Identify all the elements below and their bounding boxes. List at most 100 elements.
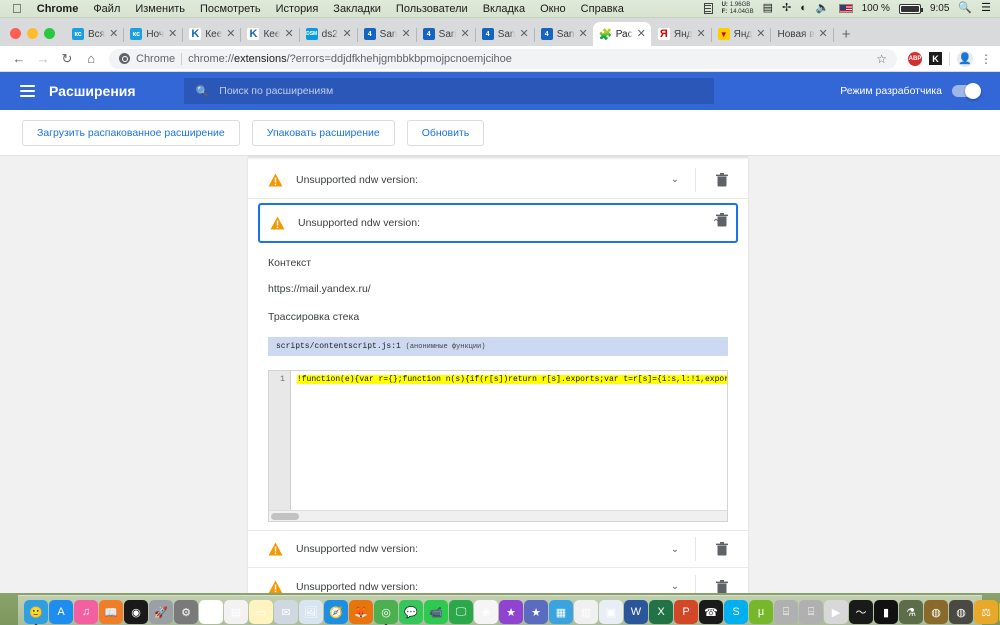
tab-close-icon[interactable]: ✕ bbox=[696, 28, 705, 40]
error-row-3[interactable]: Unsupported ndw version: ⌄ bbox=[248, 568, 748, 593]
menu-help[interactable]: Справка bbox=[581, 3, 624, 15]
new-tab-button[interactable]: + bbox=[833, 27, 860, 46]
memory-graph-icon[interactable] bbox=[703, 3, 713, 14]
control-center-icon[interactable]: ☰ bbox=[981, 3, 991, 14]
dock-icon-contacts[interactable]: ▤ bbox=[224, 600, 248, 624]
us-flag-icon[interactable] bbox=[838, 4, 853, 13]
dock-icon-powerpoint[interactable]: P bbox=[674, 600, 698, 624]
dock-icon-finder[interactable]: 🙂 bbox=[24, 600, 48, 624]
delete-icon[interactable] bbox=[696, 201, 748, 239]
developer-mode-toggle[interactable] bbox=[952, 83, 981, 99]
clock[interactable]: 9:05 bbox=[930, 3, 949, 14]
tab-0[interactable]: кс Вся ✕ bbox=[65, 22, 125, 46]
menu-window[interactable]: Окно bbox=[540, 3, 566, 15]
home-icon[interactable]: ⌂ bbox=[80, 48, 102, 70]
tab-11[interactable]: ▼ Янд ✕ bbox=[711, 22, 772, 46]
dock-icon-keynote-doc[interactable]: ▦ bbox=[549, 600, 573, 624]
search-icon[interactable]: 🔍 bbox=[958, 3, 972, 14]
wifi-icon[interactable]: ◐ bbox=[800, 3, 807, 14]
tab-10[interactable]: Я Янд ✕ bbox=[651, 22, 712, 46]
dock-icon-usb-drive-1[interactable]: ⌸ bbox=[774, 600, 798, 624]
dock-icon-notes[interactable]: ▭ bbox=[249, 600, 273, 624]
error-row-1[interactable]: Unsupported ndw version: ⌃ bbox=[258, 203, 738, 243]
tab-7[interactable]: 4 San ✕ bbox=[475, 22, 535, 46]
dock-icon-utorrent[interactable]: μ bbox=[749, 600, 773, 624]
tab-close-icon[interactable]: ✕ bbox=[819, 28, 828, 40]
dock-icon-phone[interactable]: ☎ bbox=[699, 600, 723, 624]
dock-icon-usb-drive-2[interactable]: ⌸ bbox=[799, 600, 823, 624]
dock-icon-audio-editor[interactable]: 〜 bbox=[849, 600, 873, 624]
chevron-down-icon[interactable]: ⌄ bbox=[655, 174, 695, 185]
delete-icon[interactable] bbox=[696, 579, 748, 593]
error-row-0[interactable]: Unsupported ndw version: ⌄ bbox=[248, 161, 748, 199]
menu-view[interactable]: Посмотреть bbox=[200, 3, 261, 15]
dock-icon-star-app[interactable]: ★ bbox=[499, 600, 523, 624]
dock-icon-coin-app-2[interactable]: ◍ bbox=[949, 600, 973, 624]
dock-icon-word[interactable]: W bbox=[624, 600, 648, 624]
stack-frame-item[interactable]: scripts/contentscript.js:1 (анонимные фу… bbox=[268, 337, 728, 356]
chevron-down-icon[interactable]: ⌄ bbox=[655, 544, 695, 555]
dock-icon-safari-compass[interactable]: ◉ bbox=[124, 600, 148, 624]
dock-icon-firefox[interactable]: 🦊 bbox=[349, 600, 373, 624]
three-dots-menu-icon[interactable]: ⋮ bbox=[980, 53, 992, 65]
memory-status[interactable]: U: F: 1.96GB 14.04GB bbox=[722, 2, 754, 16]
dock-icon-launchpad[interactable]: 🚀 bbox=[149, 600, 173, 624]
dock-icon-excel[interactable]: X bbox=[649, 600, 673, 624]
tab-close-icon[interactable]: ✕ bbox=[579, 28, 588, 40]
tab-2[interactable]: K Кее ✕ bbox=[182, 22, 242, 46]
back-arrow-icon[interactable]: ← bbox=[8, 48, 30, 70]
dock-icon-numbers[interactable]: ▥ bbox=[574, 600, 598, 624]
dock-icon-vlc-player[interactable]: ▶ bbox=[824, 600, 848, 624]
keepass-extension-icon[interactable]: K bbox=[929, 52, 942, 65]
delete-icon[interactable] bbox=[696, 172, 748, 187]
menu-people[interactable]: Пользователи bbox=[396, 3, 468, 15]
chevron-down-icon[interactable]: ⌄ bbox=[655, 581, 695, 592]
pack-extension-button[interactable]: Упаковать расширение bbox=[251, 119, 395, 146]
update-button[interactable]: Обновить bbox=[406, 119, 485, 146]
menu-history[interactable]: История bbox=[276, 3, 319, 15]
volume-icon[interactable]: 🔈 bbox=[816, 3, 830, 14]
tab-8[interactable]: 4 San ✕ bbox=[534, 22, 594, 46]
dock-icon-bee-app[interactable]: ⚖ bbox=[974, 600, 998, 624]
dock-icon-mail-folder[interactable]: ✉ bbox=[274, 600, 298, 624]
tab-close-icon[interactable]: ✕ bbox=[109, 28, 118, 40]
tab-close-icon[interactable]: ✕ bbox=[342, 28, 351, 40]
source-code-viewer[interactable]: 1 !function(e){var r={};function n(s){if… bbox=[268, 370, 728, 522]
delete-icon[interactable] bbox=[696, 542, 748, 556]
tab-3[interactable]: K Кее ✕ bbox=[240, 22, 300, 46]
dock-icon-messages[interactable]: 💬 bbox=[399, 600, 423, 624]
tab-close-icon[interactable]: ✕ bbox=[637, 28, 646, 40]
tab-close-icon[interactable]: ✕ bbox=[168, 28, 177, 40]
profile-avatar-icon[interactable]: 👤 bbox=[957, 50, 973, 67]
maximize-window-button[interactable] bbox=[44, 28, 55, 39]
developer-mode-control[interactable]: Режим разработчика bbox=[840, 83, 981, 99]
tab-extensions-active[interactable]: 🧩 Рас ✕ bbox=[592, 22, 651, 46]
dock-icon-preview[interactable]: 🖼 bbox=[299, 600, 323, 624]
close-window-button[interactable] bbox=[10, 28, 21, 39]
dock-icon-app-store[interactable]: A bbox=[49, 600, 73, 624]
address-bar[interactable]: Chrome chrome://extensions/?errors=ddjdf… bbox=[109, 48, 897, 69]
apple-icon[interactable]:  bbox=[12, 2, 22, 15]
tab-1[interactable]: кс Ноч ✕ bbox=[123, 22, 184, 46]
dock-icon-calendar[interactable]: 23 bbox=[199, 600, 223, 624]
minimize-window-button[interactable] bbox=[27, 28, 38, 39]
code-horizontal-scrollbar[interactable] bbox=[269, 510, 727, 521]
hamburger-menu-icon[interactable] bbox=[20, 85, 35, 97]
menu-file[interactable]: Файл bbox=[93, 3, 120, 15]
menu-bookmarks[interactable]: Закладки bbox=[333, 3, 381, 15]
menu-edit[interactable]: Изменить bbox=[135, 3, 185, 15]
dock-icon-system-preferences[interactable]: ⚙ bbox=[174, 600, 198, 624]
dock-icon-ibooks[interactable]: 📖 bbox=[99, 600, 123, 624]
tab-close-icon[interactable]: ✕ bbox=[460, 28, 469, 40]
error-row-2[interactable]: Unsupported ndw version: ⌄ bbox=[248, 530, 748, 568]
forward-arrow-icon[interactable]: → bbox=[32, 48, 54, 70]
tab-new-page[interactable]: Новая в ✕ bbox=[770, 22, 834, 46]
dock-icon-chrome[interactable]: ◎ bbox=[374, 600, 398, 624]
search-input[interactable]: 🔍 Поиск по расширениям bbox=[183, 78, 714, 104]
bookmark-star-icon[interactable]: ☆ bbox=[876, 52, 887, 66]
bluetooth-icon[interactable]: ✢ bbox=[782, 3, 791, 14]
menu-chrome[interactable]: Chrome bbox=[37, 3, 79, 15]
dock-icon-safari[interactable]: 🧭 bbox=[324, 600, 348, 624]
dock-icon-imovie[interactable]: ★ bbox=[524, 600, 548, 624]
cpu-meter-icon[interactable]: ▤ bbox=[763, 3, 773, 14]
